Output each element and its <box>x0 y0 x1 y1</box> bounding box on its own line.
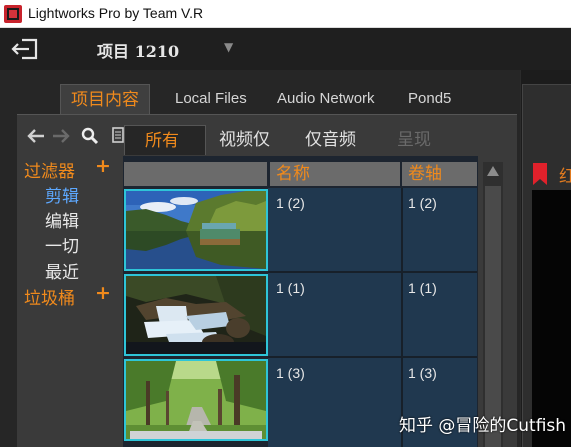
book-icon[interactable] <box>112 127 124 143</box>
sidebar-item-recent[interactable]: 最近 <box>45 258 79 283</box>
tab-audio-network[interactable]: Audio Network <box>277 84 375 114</box>
sidebar-item-clips[interactable]: 剪辑 <box>45 182 79 207</box>
sidebar-item-edits[interactable]: 编辑 <box>45 207 79 232</box>
search-icon[interactable] <box>81 127 99 145</box>
right-panel-viewer <box>532 190 571 447</box>
cell-name: 1 (2) <box>276 195 305 211</box>
clip-thumbnail-path[interactable] <box>124 359 268 441</box>
subtab-audio-only[interactable]: 仅音频 <box>305 125 356 155</box>
project-dropdown-icon[interactable]: ▼ <box>224 40 233 54</box>
tab-local-files[interactable]: Local Files <box>175 84 247 114</box>
clip-thumbnail-waterfall[interactable] <box>124 274 268 356</box>
column-divider <box>401 188 403 447</box>
project-name[interactable]: 项目 1210 <box>97 38 179 62</box>
scroll-up-arrow-icon[interactable] <box>487 166 499 176</box>
subtab-all[interactable]: 所有 <box>124 125 206 155</box>
red-flag-icon[interactable] <box>533 163 547 185</box>
row-divider <box>268 271 477 273</box>
back-arrow-icon[interactable] <box>27 128 45 144</box>
tab-project-content[interactable]: 项目内容 <box>60 84 150 114</box>
scrollbar-thumb[interactable] <box>485 186 501 447</box>
watermark-text: 知乎 @冒险的Cutfish <box>399 416 567 436</box>
right-panel-label: 红 <box>559 167 571 187</box>
subtab-renders[interactable]: 呈现 <box>397 125 431 155</box>
trash-label[interactable]: 垃圾桶 <box>24 284 75 309</box>
exit-project-icon[interactable] <box>10 37 40 61</box>
cell-reel: 1 (2) <box>408 195 437 211</box>
row-divider <box>268 356 477 358</box>
cell-reel: 1 (1) <box>408 280 437 296</box>
subtab-video-only[interactable]: 视频仅 <box>219 125 270 155</box>
cell-reel: 1 (3) <box>408 365 437 381</box>
tab-pond5[interactable]: Pond5 <box>408 84 451 114</box>
sidebar-item-everything[interactable]: 一切 <box>45 232 79 257</box>
add-trash-plus-icon[interactable]: + <box>95 282 111 304</box>
forward-arrow-icon[interactable] <box>52 128 70 144</box>
clip-thumbnail-lake[interactable] <box>124 189 268 271</box>
cell-name: 1 (3) <box>276 365 305 381</box>
project-header <box>0 28 571 70</box>
cell-name: 1 (1) <box>276 280 305 296</box>
column-header-thumbnail[interactable] <box>124 162 267 186</box>
window-title: Lightworks Pro by Team V.R <box>28 5 204 21</box>
column-header-reel[interactable]: 卷轴 <box>402 162 477 186</box>
add-filter-plus-icon[interactable]: + <box>95 155 111 177</box>
lightworks-app-icon <box>4 5 22 23</box>
filters-label[interactable]: 过滤器 <box>24 157 75 182</box>
column-header-name[interactable]: 名称 <box>270 162 400 186</box>
